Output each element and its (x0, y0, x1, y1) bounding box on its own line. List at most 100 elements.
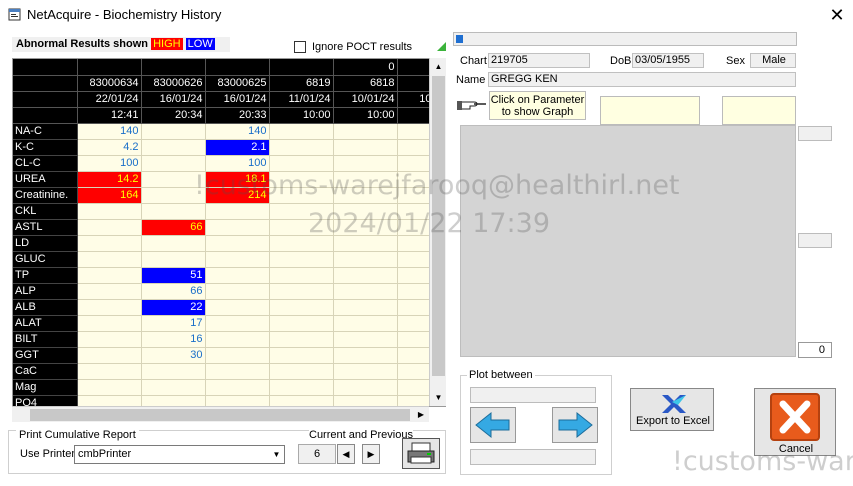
graph-area[interactable] (460, 125, 796, 357)
result-cell[interactable] (333, 283, 398, 300)
corner-resize-icon[interactable] (437, 42, 446, 51)
grid-vertical-scrollbar[interactable]: ▲ ▼ (429, 58, 446, 406)
sample-time-header[interactable]: 20:33 (205, 107, 270, 124)
result-cell[interactable] (141, 363, 206, 380)
result-cell[interactable] (141, 171, 206, 188)
scroll-thumb[interactable] (432, 76, 445, 376)
sample-id-header[interactable]: 6819 (269, 75, 334, 92)
result-cell[interactable]: 100 (205, 155, 270, 172)
parameter-label[interactable]: GGT (13, 347, 78, 364)
result-cell[interactable] (333, 123, 398, 140)
result-cell[interactable]: 4.2 (77, 139, 142, 156)
result-cell[interactable] (333, 363, 398, 380)
result-cell[interactable]: 140 (205, 123, 270, 140)
chevron-down-icon[interactable]: ▼ (269, 446, 284, 463)
result-cell[interactable]: 51 (141, 267, 206, 284)
parameter-label[interactable]: UREA (13, 171, 78, 188)
result-cell[interactable] (77, 347, 142, 364)
result-cell[interactable] (269, 331, 334, 348)
result-cell[interactable] (77, 363, 142, 380)
result-cell[interactable] (77, 251, 142, 268)
sample-id-header[interactable]: 83000625 (205, 75, 270, 92)
result-cell[interactable] (269, 363, 334, 380)
scroll-down-icon[interactable]: ▼ (430, 389, 447, 406)
ignore-poct-checkbox[interactable] (294, 41, 306, 53)
result-cell[interactable]: 214 (205, 187, 270, 204)
result-cell[interactable] (77, 235, 142, 252)
result-cell[interactable] (77, 203, 142, 220)
result-cell[interactable] (77, 299, 142, 316)
increment-button[interactable]: ▶ (362, 444, 380, 464)
export-excel-button[interactable]: Export to Excel (630, 388, 714, 431)
decrement-button[interactable]: ◀ (337, 444, 355, 464)
result-cell[interactable] (77, 315, 142, 332)
result-cell[interactable] (205, 379, 270, 396)
parameter-label[interactable]: ALB (13, 299, 78, 316)
result-cell[interactable] (269, 299, 334, 316)
result-cell[interactable] (269, 139, 334, 156)
result-cell[interactable] (205, 251, 270, 268)
result-cell[interactable] (269, 171, 334, 188)
parameter-label[interactable]: Mag (13, 379, 78, 396)
result-cell[interactable] (333, 299, 398, 316)
result-cell[interactable] (269, 187, 334, 204)
sample-time-header[interactable]: 12:41 (77, 107, 142, 124)
sample-date-header[interactable]: 22/01/24 (77, 91, 142, 108)
result-cell[interactable] (269, 235, 334, 252)
result-cell[interactable] (269, 123, 334, 140)
parameter-label[interactable]: CKL (13, 203, 78, 220)
parameter-label[interactable]: Creatinine. (13, 187, 78, 204)
result-cell[interactable] (333, 267, 398, 284)
result-cell[interactable] (333, 379, 398, 396)
result-cell[interactable] (77, 379, 142, 396)
sample-date-header[interactable]: 16/01/24 (205, 91, 270, 108)
result-cell[interactable]: 2.1 (205, 139, 270, 156)
result-cell[interactable] (205, 363, 270, 380)
result-cell[interactable] (141, 123, 206, 140)
parameter-label[interactable]: CL-C (13, 155, 78, 172)
result-cell[interactable] (141, 251, 206, 268)
result-cell[interactable] (333, 171, 398, 188)
result-cell[interactable] (205, 219, 270, 236)
result-cell[interactable] (141, 379, 206, 396)
result-cell[interactable] (333, 235, 398, 252)
plot-forward-button[interactable] (552, 407, 598, 443)
sample-id-header[interactable]: 83000634 (77, 75, 142, 92)
scroll-right-icon[interactable]: ▶ (413, 407, 429, 423)
sample-time-header[interactable]: 10:00 (269, 107, 334, 124)
result-cell[interactable]: 66 (141, 219, 206, 236)
result-cell[interactable]: 140 (77, 123, 142, 140)
result-cell[interactable]: 17 (141, 315, 206, 332)
result-cell[interactable] (205, 283, 270, 300)
parameter-label[interactable]: ASTL (13, 219, 78, 236)
result-cell[interactable] (333, 219, 398, 236)
result-cell[interactable] (333, 203, 398, 220)
result-cell[interactable] (141, 235, 206, 252)
parameter-label[interactable]: ALAT (13, 315, 78, 332)
result-cell[interactable] (205, 299, 270, 316)
result-cell[interactable] (141, 203, 206, 220)
result-cell[interactable]: 164 (77, 187, 142, 204)
result-cell[interactable] (77, 219, 142, 236)
result-cell[interactable] (269, 267, 334, 284)
result-cell[interactable] (269, 379, 334, 396)
grid-horizontal-scrollbar[interactable]: ▶ (12, 406, 429, 422)
result-cell[interactable] (269, 347, 334, 364)
result-cell[interactable] (269, 203, 334, 220)
sample-date-header[interactable]: 16/01/24 (141, 91, 206, 108)
result-cell[interactable] (77, 283, 142, 300)
cancel-button[interactable]: Cancel (754, 388, 836, 456)
result-cell[interactable]: 22 (141, 299, 206, 316)
sample-id-header[interactable]: 6818 (333, 75, 398, 92)
parameter-label[interactable]: GLUC (13, 251, 78, 268)
parameter-label[interactable]: BILT (13, 331, 78, 348)
sample-date-header[interactable]: 11/01/24 (269, 91, 334, 108)
result-cell[interactable] (333, 187, 398, 204)
result-cell[interactable] (205, 203, 270, 220)
result-cell[interactable]: 30 (141, 347, 206, 364)
result-cell[interactable] (205, 331, 270, 348)
result-cell[interactable] (141, 187, 206, 204)
print-button[interactable] (402, 438, 440, 469)
result-cell[interactable] (333, 347, 398, 364)
sample-date-header[interactable]: 10/01/24 (333, 91, 398, 108)
